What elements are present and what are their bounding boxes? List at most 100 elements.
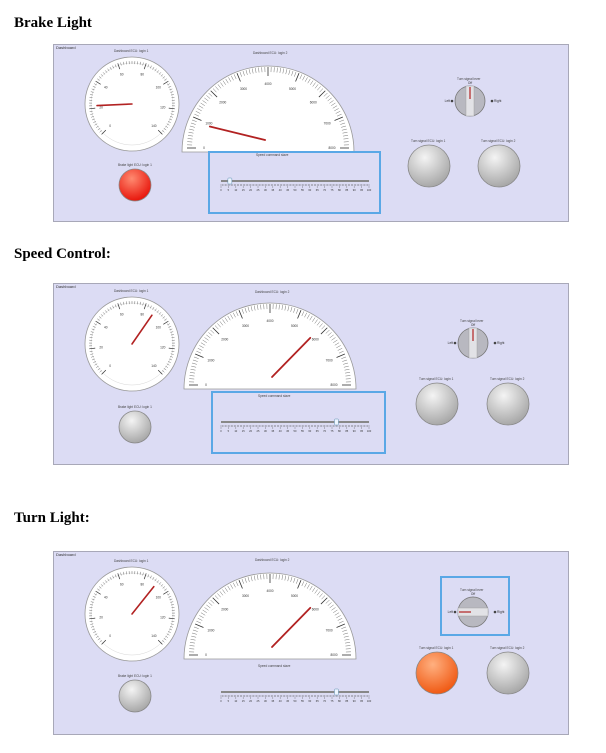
- gauge-right-tick: 4000: [266, 319, 273, 323]
- turn-lever-right-label: Right: [497, 341, 505, 345]
- brake-light-label: Brake light ECU: login 1: [118, 405, 152, 409]
- section-heading-speed-control: Speed Control:: [14, 246, 111, 262]
- gauge-left-tick: 80: [140, 73, 144, 77]
- speed-slider-tick: 40: [279, 699, 282, 703]
- speed-slider-tick: 85: [345, 699, 348, 703]
- gauge-right-tick: 1000: [205, 122, 212, 126]
- gauge-left-tick: 20: [99, 345, 103, 349]
- gauge-left-tick: 20: [99, 615, 103, 619]
- gauge-left-label: Dashboard ECU: login 1: [114, 559, 149, 563]
- gauge-left-tick: 40: [104, 86, 108, 90]
- gauge-right-tick: 4000: [266, 589, 273, 593]
- turn-lever-label: Turn signal lever: [460, 319, 484, 323]
- brake-light-label: Brake light ECU: login 1: [118, 163, 152, 167]
- gauge-right-tick: 6000: [312, 608, 319, 612]
- gauge-right-tick: 3000: [242, 324, 249, 328]
- gauge-right-tick: 7000: [324, 122, 331, 126]
- turn-right-lamp: [477, 144, 521, 188]
- speed-slider-tick: 25: [257, 699, 260, 703]
- gauge-left-tick: 0: [109, 124, 111, 128]
- gauge-left-tick: 120: [160, 615, 166, 619]
- gauge-right-tick: 7000: [326, 629, 333, 633]
- speed-slider-tick: 5: [228, 699, 230, 703]
- gauge-left-label: Dashboard ECU: login 1: [114, 49, 149, 53]
- speed-slider-tick: 10: [234, 699, 237, 703]
- gauge-left-tick: 120: [160, 105, 166, 109]
- gauge-left-tick: 60: [120, 313, 124, 317]
- speed-slider-tick: 55: [301, 699, 304, 703]
- turn-left-lamp-label: Turn signal ECU: login 1: [419, 646, 454, 650]
- gauge-left-tick: 120: [160, 345, 166, 349]
- speed-slider-tick: 70: [323, 699, 326, 703]
- gauge-right-tick: 5000: [291, 324, 298, 328]
- gauge-right-tick: 3000: [242, 594, 249, 598]
- section-heading-turn-light: Turn Light:: [14, 510, 90, 526]
- speed-slider-knob[interactable]: [334, 688, 339, 696]
- gauge-left-tick: 60: [120, 73, 124, 77]
- turn-left-lamp: [415, 382, 459, 426]
- turn-lever-label: Turn signal lever: [457, 77, 481, 81]
- gauge-right-label: Dashboard ECU: login 2: [253, 51, 288, 55]
- dashboard-panel-speed-control: Dashboard 0 20 40 60 80 100 120 140 0 1000 2000 300…: [53, 283, 569, 465]
- gauge-right-tick: 2000: [221, 338, 228, 342]
- selection-highlight: [211, 391, 386, 454]
- gauge-left-tick: 40: [104, 596, 108, 600]
- gauge-right-tick: 5000: [289, 87, 296, 91]
- turn-right-lamp: [486, 382, 530, 426]
- selection-highlight: [440, 576, 510, 636]
- gauge-right-tick: 4000: [264, 82, 271, 86]
- speed-slider-tick: 75: [331, 699, 334, 703]
- gauge-left-tick: 60: [120, 583, 124, 587]
- gauge-right-tick: 5000: [291, 594, 298, 598]
- selection-highlight: [208, 151, 381, 214]
- gauge-right-tick: 2000: [219, 101, 226, 105]
- turn-lever-off-label: Off: [471, 323, 475, 327]
- gauge-right-tick: 8000: [330, 653, 337, 657]
- turn-left-lamp: [415, 651, 459, 695]
- gauge-left-tick: 100: [156, 86, 162, 90]
- gauge-left-tick: 40: [104, 326, 108, 330]
- gauge-right-face: [183, 302, 357, 390]
- gauge-left-tick: 140: [151, 364, 157, 368]
- section-heading-brake-light: Brake Light: [14, 15, 92, 31]
- gauge-right-tick: 8000: [330, 383, 337, 387]
- speed-slider-tick: 15: [242, 699, 245, 703]
- speed-slider-tick: 35: [271, 699, 274, 703]
- gauge-right-tick: 1000: [207, 359, 214, 363]
- turn-right-lamp-label: Turn signal ECU: login 2: [481, 139, 516, 143]
- gauge-left-tick: 80: [140, 583, 144, 587]
- speed-slider-tick: 45: [286, 699, 289, 703]
- speed-slider-tick: 30: [264, 699, 267, 703]
- brake-light-lamp: [118, 679, 152, 713]
- turn-right-lamp-label: Turn signal ECU: login 2: [490, 646, 525, 650]
- speed-slider-tick: 60: [308, 699, 311, 703]
- gauge-right-label: Dashboard ECU: login 2: [255, 558, 290, 562]
- speed-slider-tick: 95: [360, 699, 363, 703]
- speed-slider-tick: 90: [353, 699, 356, 703]
- turn-lever-off-label: Off: [468, 81, 472, 85]
- brake-light-lamp: [118, 168, 152, 202]
- gauge-right-label: Dashboard ECU: login 2: [255, 290, 290, 294]
- turn-lever-left-label: Left: [445, 99, 450, 103]
- gauge-right-tick: 6000: [312, 338, 319, 342]
- gauge-left-tick: 140: [151, 124, 157, 128]
- turn-left-lamp-label: Turn signal ECU: login 1: [411, 139, 446, 143]
- brake-light-label: Brake light ECU: login 1: [118, 674, 152, 678]
- turn-right-lamp: [486, 651, 530, 695]
- speed-slider-label: Speed command slave: [258, 664, 291, 668]
- gauge-right-tick: 8000: [328, 146, 335, 150]
- turn-left-lamp-label: Turn signal ECU: login 1: [419, 377, 454, 381]
- gauge-left-tick: 140: [151, 634, 157, 638]
- turn-left-lamp: [407, 144, 451, 188]
- speed-slider-tick: 100: [367, 699, 372, 703]
- turn-lever-left-label: Left: [448, 341, 453, 345]
- gauge-right-tick: 0: [205, 383, 207, 387]
- speed-slider-tick: 20: [249, 699, 252, 703]
- gauge-left-tick: 80: [140, 313, 144, 317]
- gauge-left-tick: 0: [109, 364, 111, 368]
- dashboard-panel-turn-light: Dashboard 0 20 40 60 80 100 120 140 0 1000 2000 300…: [53, 551, 569, 735]
- gauge-right-face: [181, 65, 355, 153]
- speed-slider-tick: 65: [316, 699, 319, 703]
- speed-slider-tick: 50: [294, 699, 297, 703]
- speed-slider-tick: 80: [338, 699, 341, 703]
